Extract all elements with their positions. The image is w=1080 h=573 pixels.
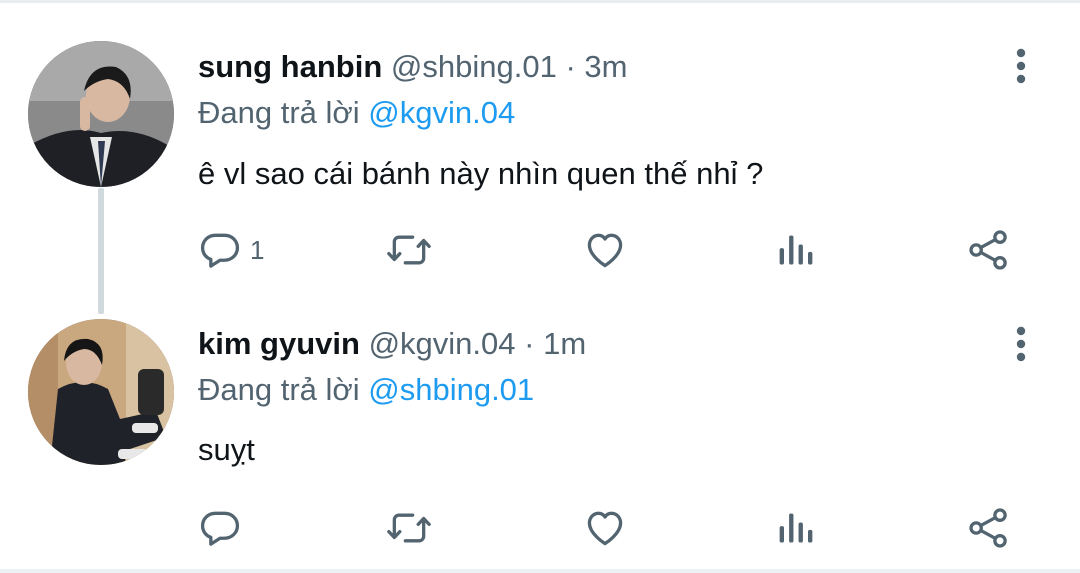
like-icon <box>587 511 623 546</box>
replying-to-label: Đang trả lời <box>198 95 360 130</box>
share-icon <box>969 230 1007 270</box>
timestamp[interactable]: 1m <box>543 326 586 361</box>
user-handle[interactable]: @kgvin.04 <box>369 326 516 361</box>
share-button[interactable] <box>966 225 1012 275</box>
views-button[interactable] <box>776 225 816 275</box>
reply-button[interactable]: 1 <box>198 225 264 275</box>
retweet-button[interactable] <box>384 503 434 553</box>
tweet-actions: 1 <box>198 225 1028 275</box>
tweet-actions <box>198 503 1028 553</box>
share-icon <box>969 508 1007 548</box>
more-options-button[interactable] <box>1008 46 1034 86</box>
reply-count: 1 <box>250 234 265 265</box>
views-button[interactable] <box>776 503 816 553</box>
more-icon <box>1016 48 1026 84</box>
retweet-button[interactable] <box>384 225 434 275</box>
more-options-button[interactable] <box>1008 324 1034 364</box>
display-name[interactable]: sung hanbin <box>198 49 382 84</box>
avatar[interactable] <box>28 319 174 465</box>
replying-to: Đang trả lời @shbing.01 <box>198 372 534 408</box>
tweet-text: ê vl sao cái bánh này nhìn quen thế nhỉ … <box>198 156 764 191</box>
views-icon <box>779 235 813 265</box>
replying-to-label: Đang trả lời <box>198 372 360 407</box>
share-button[interactable] <box>966 503 1012 553</box>
mention-link[interactable]: @kgvin.04 <box>368 95 515 130</box>
like-button[interactable] <box>582 225 628 275</box>
tweet[interactable]: kim gyuvin @kgvin.04 · 1m Đang trả lời @… <box>0 300 1080 570</box>
bottom-divider <box>0 569 1080 573</box>
tweet-text: suỵt <box>198 432 255 467</box>
avatar[interactable] <box>28 41 174 187</box>
mention-link[interactable]: @shbing.01 <box>368 372 534 407</box>
avatar-photo <box>28 319 174 465</box>
views-icon <box>779 513 813 543</box>
like-button[interactable] <box>582 503 628 553</box>
separator-dot: · <box>565 49 576 84</box>
tweet-header: kim gyuvin @kgvin.04 · 1m <box>198 326 586 362</box>
tweet[interactable]: sung hanbin @shbing.01 · 3m Đang trả lời… <box>0 0 1080 300</box>
reply-icon <box>200 233 240 268</box>
user-handle[interactable]: @shbing.01 <box>391 49 557 84</box>
avatar-photo <box>28 41 174 187</box>
reply-icon <box>200 511 240 546</box>
tweet-header: sung hanbin @shbing.01 · 3m <box>198 49 627 85</box>
replying-to: Đang trả lời @kgvin.04 <box>198 95 515 131</box>
display-name[interactable]: kim gyuvin <box>198 326 360 361</box>
retweet-icon <box>387 513 431 543</box>
separator-dot: · <box>524 326 535 361</box>
timestamp[interactable]: 3m <box>584 49 627 84</box>
more-icon <box>1016 326 1026 362</box>
retweet-icon <box>387 235 431 265</box>
reply-button[interactable] <box>198 503 250 553</box>
like-icon <box>587 233 623 268</box>
